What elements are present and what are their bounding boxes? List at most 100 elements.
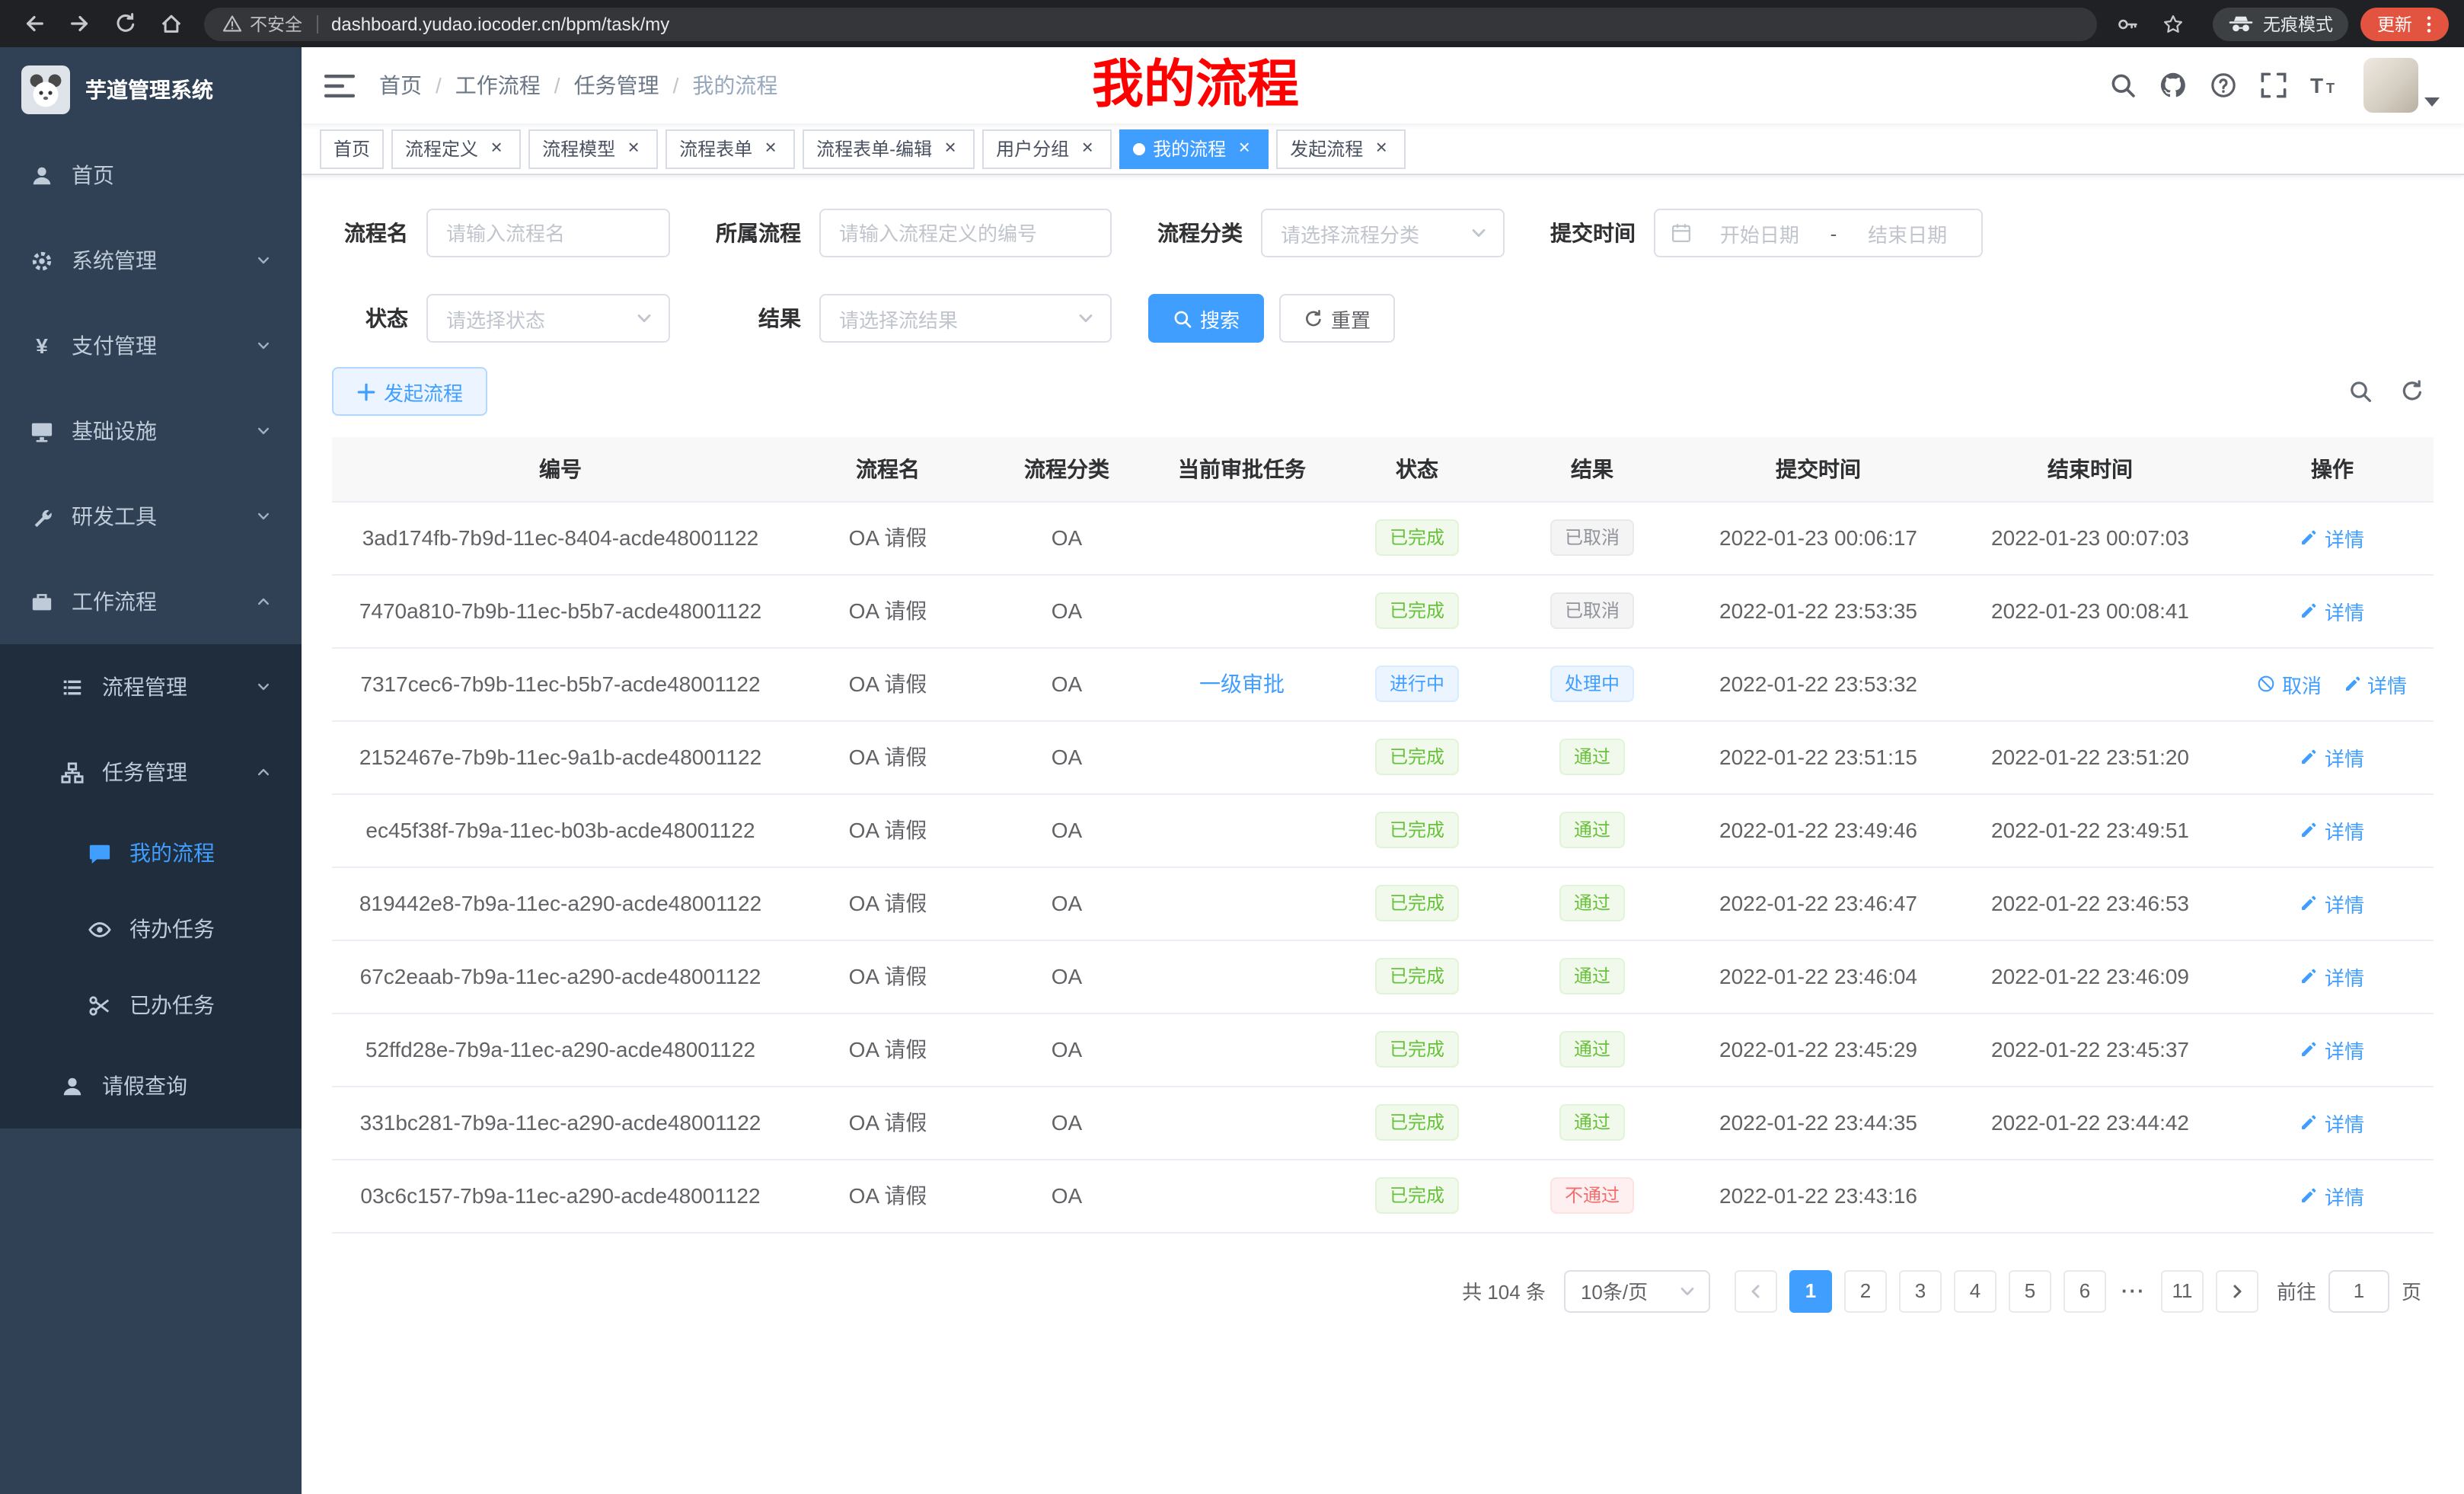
- process-definition-input[interactable]: [819, 209, 1112, 257]
- svg-text:T: T: [2326, 81, 2335, 96]
- cell-process-name: OA 请假: [789, 501, 987, 574]
- cell-category: OA: [987, 501, 1147, 574]
- sidebar-item-home[interactable]: 首页: [0, 132, 302, 218]
- tab-user-group[interactable]: 用户分组×: [982, 129, 1112, 168]
- cell-status: 已完成: [1337, 574, 1497, 647]
- pagination-ellipsis[interactable]: ···: [2115, 1279, 2152, 1302]
- page-button-5[interactable]: 5: [2009, 1269, 2051, 1312]
- page-button-1[interactable]: 1: [1789, 1269, 1832, 1312]
- detail-action-button[interactable]: 详情: [2300, 742, 2364, 771]
- detail-action-button[interactable]: 详情: [2300, 596, 2364, 625]
- cell-process-id: 3ad174fb-7b9d-11ec-8404-acde48001122: [332, 501, 789, 574]
- browser-forward-icon[interactable]: [61, 5, 97, 42]
- prev-page-button[interactable]: [1735, 1269, 1777, 1312]
- close-icon[interactable]: ×: [940, 138, 961, 159]
- user-avatar[interactable]: [2363, 58, 2440, 113]
- detail-action-button[interactable]: 详情: [2300, 962, 2364, 991]
- detail-action-button[interactable]: 详情: [2300, 1035, 2364, 1064]
- next-page-button[interactable]: [2216, 1269, 2258, 1312]
- hamburger-icon[interactable]: [324, 72, 355, 98]
- sidebar-item-leave-query[interactable]: 请假查询: [0, 1043, 302, 1128]
- sidebar-item-system[interactable]: 系统管理: [0, 218, 302, 303]
- breadcrumb-item[interactable]: 任务管理: [574, 70, 659, 101]
- close-icon[interactable]: ×: [760, 138, 781, 159]
- search-button[interactable]: 搜索: [1148, 294, 1264, 343]
- detail-action-button[interactable]: 详情: [2300, 816, 2364, 844]
- close-icon[interactable]: ×: [1077, 138, 1098, 159]
- sidebar-item-done-task[interactable]: 已办任务: [0, 967, 302, 1043]
- page-button-4[interactable]: 4: [1954, 1269, 1996, 1312]
- svg-text:T: T: [2310, 74, 2323, 97]
- page-button-2[interactable]: 2: [1844, 1269, 1887, 1312]
- cell-process-name: OA 请假: [789, 574, 987, 647]
- result-select[interactable]: 请选择流结果: [819, 294, 1112, 343]
- close-icon[interactable]: ×: [1234, 138, 1255, 159]
- page-button-6[interactable]: 6: [2063, 1269, 2106, 1312]
- start-date-placeholder: 开始日期: [1701, 219, 1818, 247]
- close-icon[interactable]: ×: [1371, 138, 1392, 159]
- toggle-search-icon[interactable]: [2348, 379, 2373, 404]
- tab-process-definition[interactable]: 流程定义×: [391, 129, 521, 168]
- tab-process-form-edit[interactable]: 流程表单-编辑×: [803, 129, 975, 168]
- app-logo[interactable]: 芋道管理系统: [0, 47, 302, 132]
- bookmark-star-icon[interactable]: [2155, 5, 2191, 42]
- table-row: 2152467e-7b9b-11ec-9a1b-acde48001122OA 请…: [332, 720, 2434, 793]
- current-task-link[interactable]: 一级审批: [1199, 672, 1285, 696]
- breadcrumb-item[interactable]: 工作流程: [455, 70, 541, 101]
- browser-reload-icon[interactable]: [107, 5, 143, 42]
- sidebar-item-infrastructure[interactable]: 基础设施: [0, 388, 302, 474]
- sidebar-item-task-management[interactable]: 任务管理: [0, 729, 302, 815]
- table-row: 52ffd28e-7b9a-11ec-a290-acde48001122OA 请…: [332, 1013, 2434, 1086]
- category-select[interactable]: 请选择流程分类: [1261, 209, 1505, 257]
- page-list: 123456 ··· 11: [1783, 1269, 2210, 1312]
- tab-my-process[interactable]: 我的流程×: [1119, 129, 1269, 168]
- address-bar[interactable]: 不安全 dashboard.yudao.iocoder.cn/bpm/task/…: [204, 7, 2097, 40]
- tab-create-process[interactable]: 发起流程×: [1276, 129, 1406, 168]
- detail-action-button[interactable]: 详情: [2300, 889, 2364, 918]
- browser-home-icon[interactable]: [152, 5, 189, 42]
- process-name-input[interactable]: [426, 209, 670, 257]
- sidebar-item-workflow[interactable]: 工作流程: [0, 559, 302, 644]
- sidebar-item-process-management[interactable]: 流程管理: [0, 644, 302, 729]
- password-key-icon[interactable]: [2109, 5, 2146, 42]
- column-header: 操作: [2231, 437, 2434, 501]
- sidebar-item-dev-tools[interactable]: 研发工具: [0, 474, 302, 559]
- security-indicator[interactable]: 不安全: [222, 11, 302, 36]
- sidebar-item-payment[interactable]: ¥支付管理: [0, 303, 302, 388]
- tab-process-form[interactable]: 流程表单×: [665, 129, 795, 168]
- header-search-icon[interactable]: [2109, 72, 2137, 99]
- github-icon[interactable]: [2159, 72, 2187, 99]
- status-select[interactable]: 请选择状态: [426, 294, 670, 343]
- reset-button[interactable]: 重置: [1279, 294, 1395, 343]
- status-tag: 已完成: [1376, 592, 1458, 629]
- font-size-icon[interactable]: TT: [2310, 72, 2338, 99]
- cancel-action-button[interactable]: 取消: [2258, 669, 2322, 698]
- cell-process-name: OA 请假: [789, 867, 987, 940]
- detail-action-button[interactable]: 详情: [2300, 1181, 2364, 1210]
- create-process-button[interactable]: 发起流程: [332, 367, 487, 416]
- detail-action-button[interactable]: 详情: [2300, 1108, 2364, 1137]
- submit-time-range-picker[interactable]: 开始日期 - 结束日期: [1654, 209, 1983, 257]
- breadcrumb-item[interactable]: 首页: [379, 70, 422, 101]
- detail-action-button[interactable]: 详情: [2300, 523, 2364, 552]
- sidebar-item-todo-task[interactable]: 待办任务: [0, 891, 302, 967]
- page-button-11[interactable]: 11: [2161, 1269, 2204, 1312]
- fullscreen-icon[interactable]: [2260, 72, 2287, 99]
- jump-page-input[interactable]: [2328, 1269, 2389, 1312]
- table-row: 819442e8-7b9a-11ec-a290-acde48001122OA 请…: [332, 867, 2434, 940]
- help-icon[interactable]: [2210, 72, 2237, 99]
- page-button-3[interactable]: 3: [1899, 1269, 1942, 1312]
- result-tag: 通过: [1560, 1031, 1624, 1068]
- refresh-table-icon[interactable]: [2400, 379, 2424, 404]
- browser-menu-icon[interactable]: [2418, 13, 2440, 34]
- sidebar-item-my-process[interactable]: 我的流程: [0, 815, 302, 891]
- close-icon[interactable]: ×: [623, 138, 644, 159]
- result-tag: 通过: [1560, 958, 1624, 994]
- close-icon[interactable]: ×: [486, 138, 507, 159]
- tab-home[interactable]: 首页: [320, 129, 384, 168]
- chrome-update-button[interactable]: 更新: [2360, 7, 2449, 40]
- browser-back-icon[interactable]: [15, 5, 52, 42]
- tab-process-model[interactable]: 流程模型×: [528, 129, 658, 168]
- page-size-select[interactable]: 10条/页: [1564, 1269, 1710, 1312]
- detail-action-button[interactable]: 详情: [2343, 669, 2407, 698]
